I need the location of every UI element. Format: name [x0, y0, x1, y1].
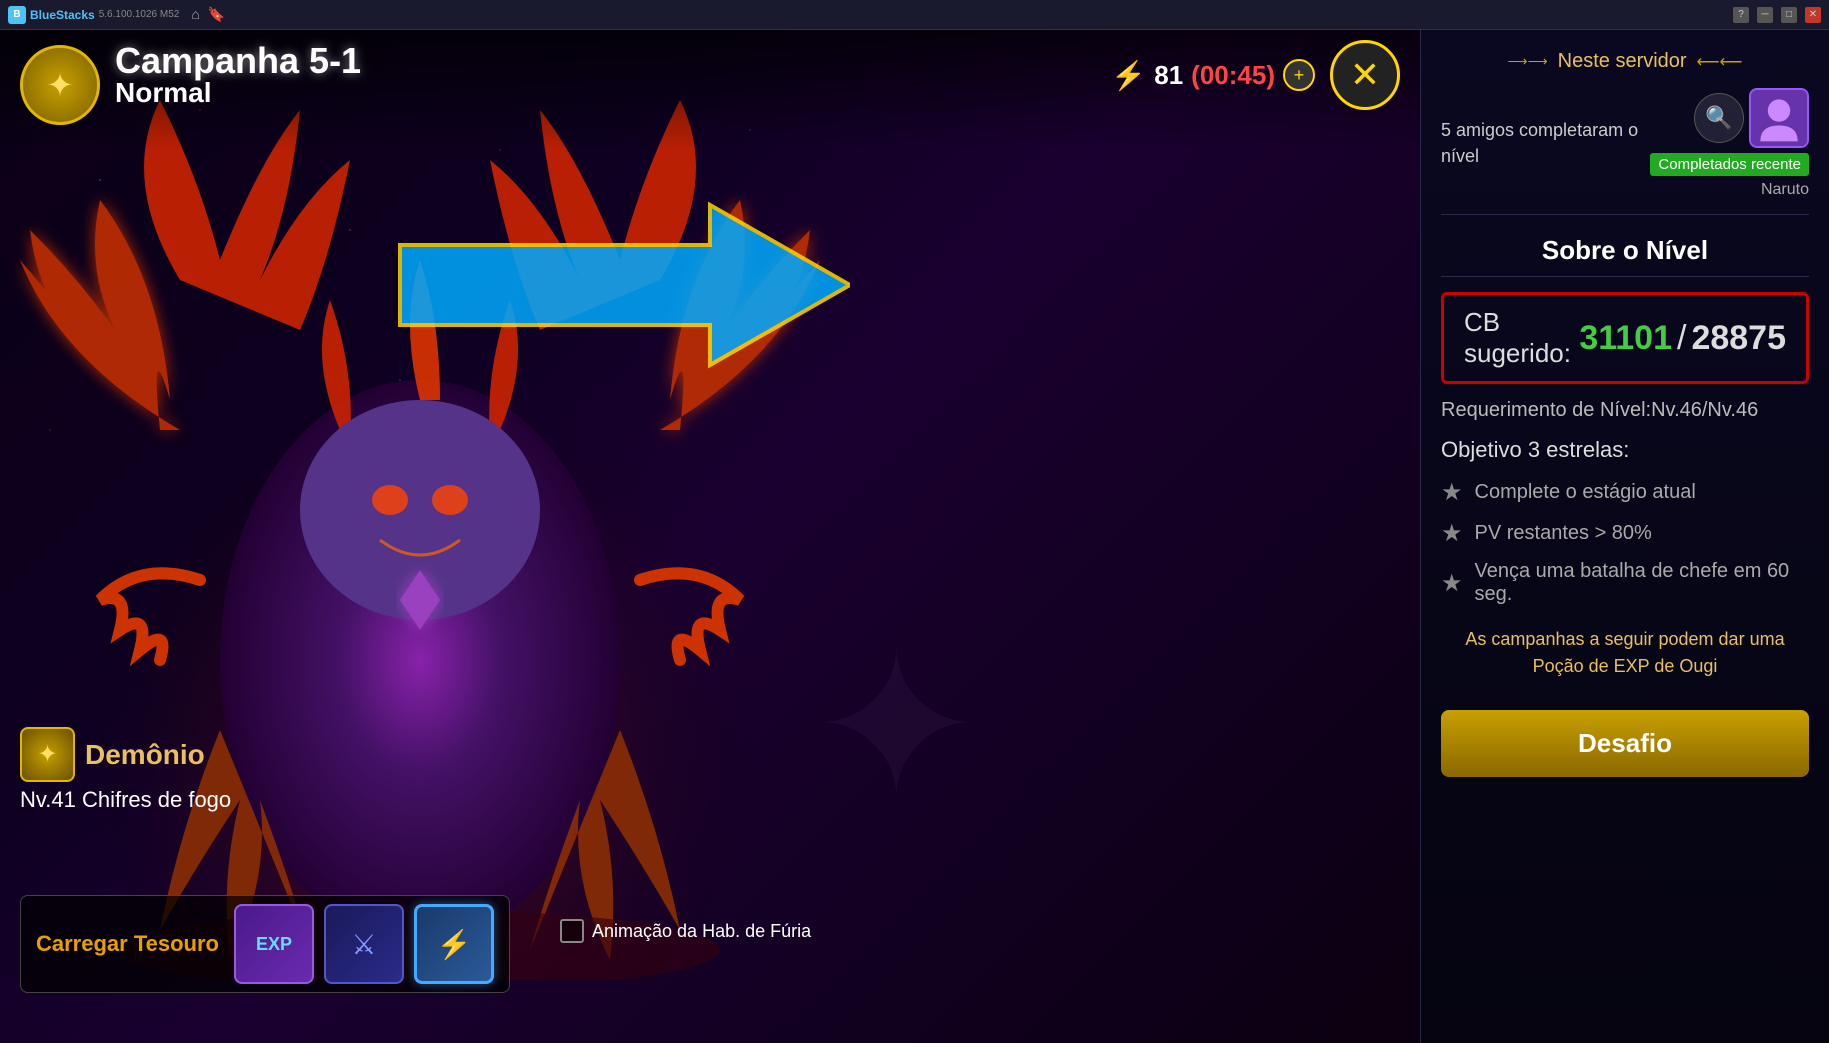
- treasure-item-boost[interactable]: ⚡: [414, 904, 494, 984]
- campaign-difficulty: Normal: [115, 77, 361, 109]
- cb-value-required: 28875: [1691, 319, 1786, 358]
- energy-count: 81: [1154, 60, 1183, 91]
- treasure-item-skill[interactable]: ⚔: [324, 904, 404, 984]
- completed-badge: Completados recente: [1650, 153, 1809, 176]
- level-section-title: Sobre o Nível: [1441, 235, 1809, 277]
- checkbox-box[interactable]: [560, 919, 584, 943]
- cb-value-current: 31101: [1579, 319, 1672, 358]
- close-game-button[interactable]: ✕: [1330, 40, 1400, 110]
- server-label: Neste servidor: [1558, 50, 1687, 73]
- energy-timer: (00:45): [1191, 60, 1275, 91]
- campaign-icon-symbol: ✦: [47, 66, 74, 104]
- star-icon-3: ★: [1441, 569, 1463, 598]
- energy-icon: ⚡: [1111, 59, 1146, 92]
- exp-label: EXP: [256, 934, 292, 955]
- search-friend-button[interactable]: 🔍: [1694, 93, 1744, 143]
- right-panel: ⟶⟶ Neste servidor ⟵⟵ 5 amigos completara…: [1420, 30, 1829, 1043]
- watermark-icon: ✦: [812, 610, 980, 843]
- star-icon-2: ★: [1441, 519, 1463, 548]
- game-header: ✦ Campanha 5-1 Normal ⚡ 81 (00:45) + ✕: [0, 30, 1420, 150]
- challenge-button[interactable]: Desafio: [1441, 710, 1809, 777]
- treasure-label: Carregar Tesouro: [36, 931, 219, 957]
- star-objective-2: ★ PV restantes > 80%: [1441, 519, 1809, 548]
- star-text-2: PV restantes > 80%: [1475, 522, 1652, 545]
- animation-checkbox[interactable]: Animação da Hab. de Fúria: [560, 919, 811, 943]
- bs-nav-icons: ⌂ 🔖: [191, 6, 225, 23]
- bluestacks-logo: B BlueStacks: [8, 6, 95, 24]
- bluestacks-bar: B BlueStacks 5.6.100.1026 M52 ⌂ 🔖 ? ─ □ …: [0, 0, 1829, 30]
- bs-bookmark-icon[interactable]: 🔖: [208, 6, 225, 23]
- server-divider-left: ⟶⟶: [1508, 53, 1548, 70]
- demon-creature: [0, 80, 870, 980]
- cb-label: CB sugerido:: [1464, 307, 1574, 369]
- character-name: Demônio: [85, 739, 205, 771]
- cb-suggested-box: CB sugerido: 31101 / 28875: [1441, 292, 1809, 384]
- character-icon: ✦: [20, 727, 75, 782]
- star-objective-1: ★ Complete o estágio atual: [1441, 478, 1809, 507]
- treasure-bar: Carregar Tesouro EXP ⚔ ⚡: [20, 895, 510, 993]
- energy-add-button[interactable]: +: [1283, 59, 1315, 91]
- server-divider-right: ⟵⟵: [1697, 52, 1743, 72]
- friends-section: 5 amigos completaram o nível 🔍 Completad…: [1441, 88, 1809, 215]
- bs-title: BlueStacks: [30, 8, 95, 22]
- bs-icon: B: [8, 6, 26, 24]
- campaign-icon: ✦: [20, 45, 100, 125]
- friend-name: Naruto: [1761, 181, 1809, 199]
- star-text-3: Vença uma batalha de chefe em 60 seg.: [1475, 560, 1809, 606]
- campaign-title: Campanha 5-1: [115, 40, 361, 82]
- animation-label: Animação da Hab. de Fúria: [592, 921, 811, 942]
- bs-home-icon[interactable]: ⌂: [191, 6, 199, 23]
- window-controls: ? ─ □ ✕: [1733, 7, 1821, 23]
- help-button[interactable]: ?: [1733, 7, 1749, 23]
- character-badge-symbol: ✦: [37, 740, 57, 769]
- close-window-button[interactable]: ✕: [1805, 7, 1821, 23]
- exp-potion-text: As campanhas a seguir podem dar uma Poçã…: [1441, 626, 1809, 680]
- character-info: ✦ Demônio Nv.41 Chifres de fogo: [20, 727, 231, 813]
- star-objective-3: ★ Vença uma batalha de chefe em 60 seg.: [1441, 560, 1809, 606]
- skill-icon: ⚔: [351, 928, 376, 961]
- boost-icon: ⚡: [437, 928, 472, 961]
- character-badge: ✦ Demônio: [20, 727, 231, 782]
- campaign-title-block: Campanha 5-1 Normal: [115, 40, 361, 109]
- bs-version: 5.6.100.1026 M52: [99, 9, 180, 20]
- friends-text: 5 amigos completaram o nível: [1441, 120, 1638, 165]
- energy-section: ⚡ 81 (00:45) +: [1111, 59, 1315, 92]
- game-area: ✦ Campanha 5-1 Normal ⚡ 81 (00:45) + ✕ ✦…: [0, 30, 1420, 1043]
- treasure-item-exp[interactable]: EXP: [234, 904, 314, 984]
- minimize-button[interactable]: ─: [1757, 7, 1773, 23]
- friend-avatar: [1749, 88, 1809, 148]
- star-text-1: Complete o estágio atual: [1475, 481, 1696, 504]
- server-section: ⟶⟶ Neste servidor ⟵⟵: [1441, 50, 1809, 73]
- star-icon-1: ★: [1441, 478, 1463, 507]
- restore-button[interactable]: □: [1781, 7, 1797, 23]
- stars-section-title: Objetivo 3 estrelas:: [1441, 437, 1809, 463]
- cb-separator: /: [1677, 319, 1686, 358]
- header-right: ⚡ 81 (00:45) + ✕: [1111, 40, 1400, 110]
- level-requirement: Requerimento de Nível:Nv.46/Nv.46: [1441, 399, 1809, 422]
- character-level: Nv.41 Chifres de fogo: [20, 787, 231, 813]
